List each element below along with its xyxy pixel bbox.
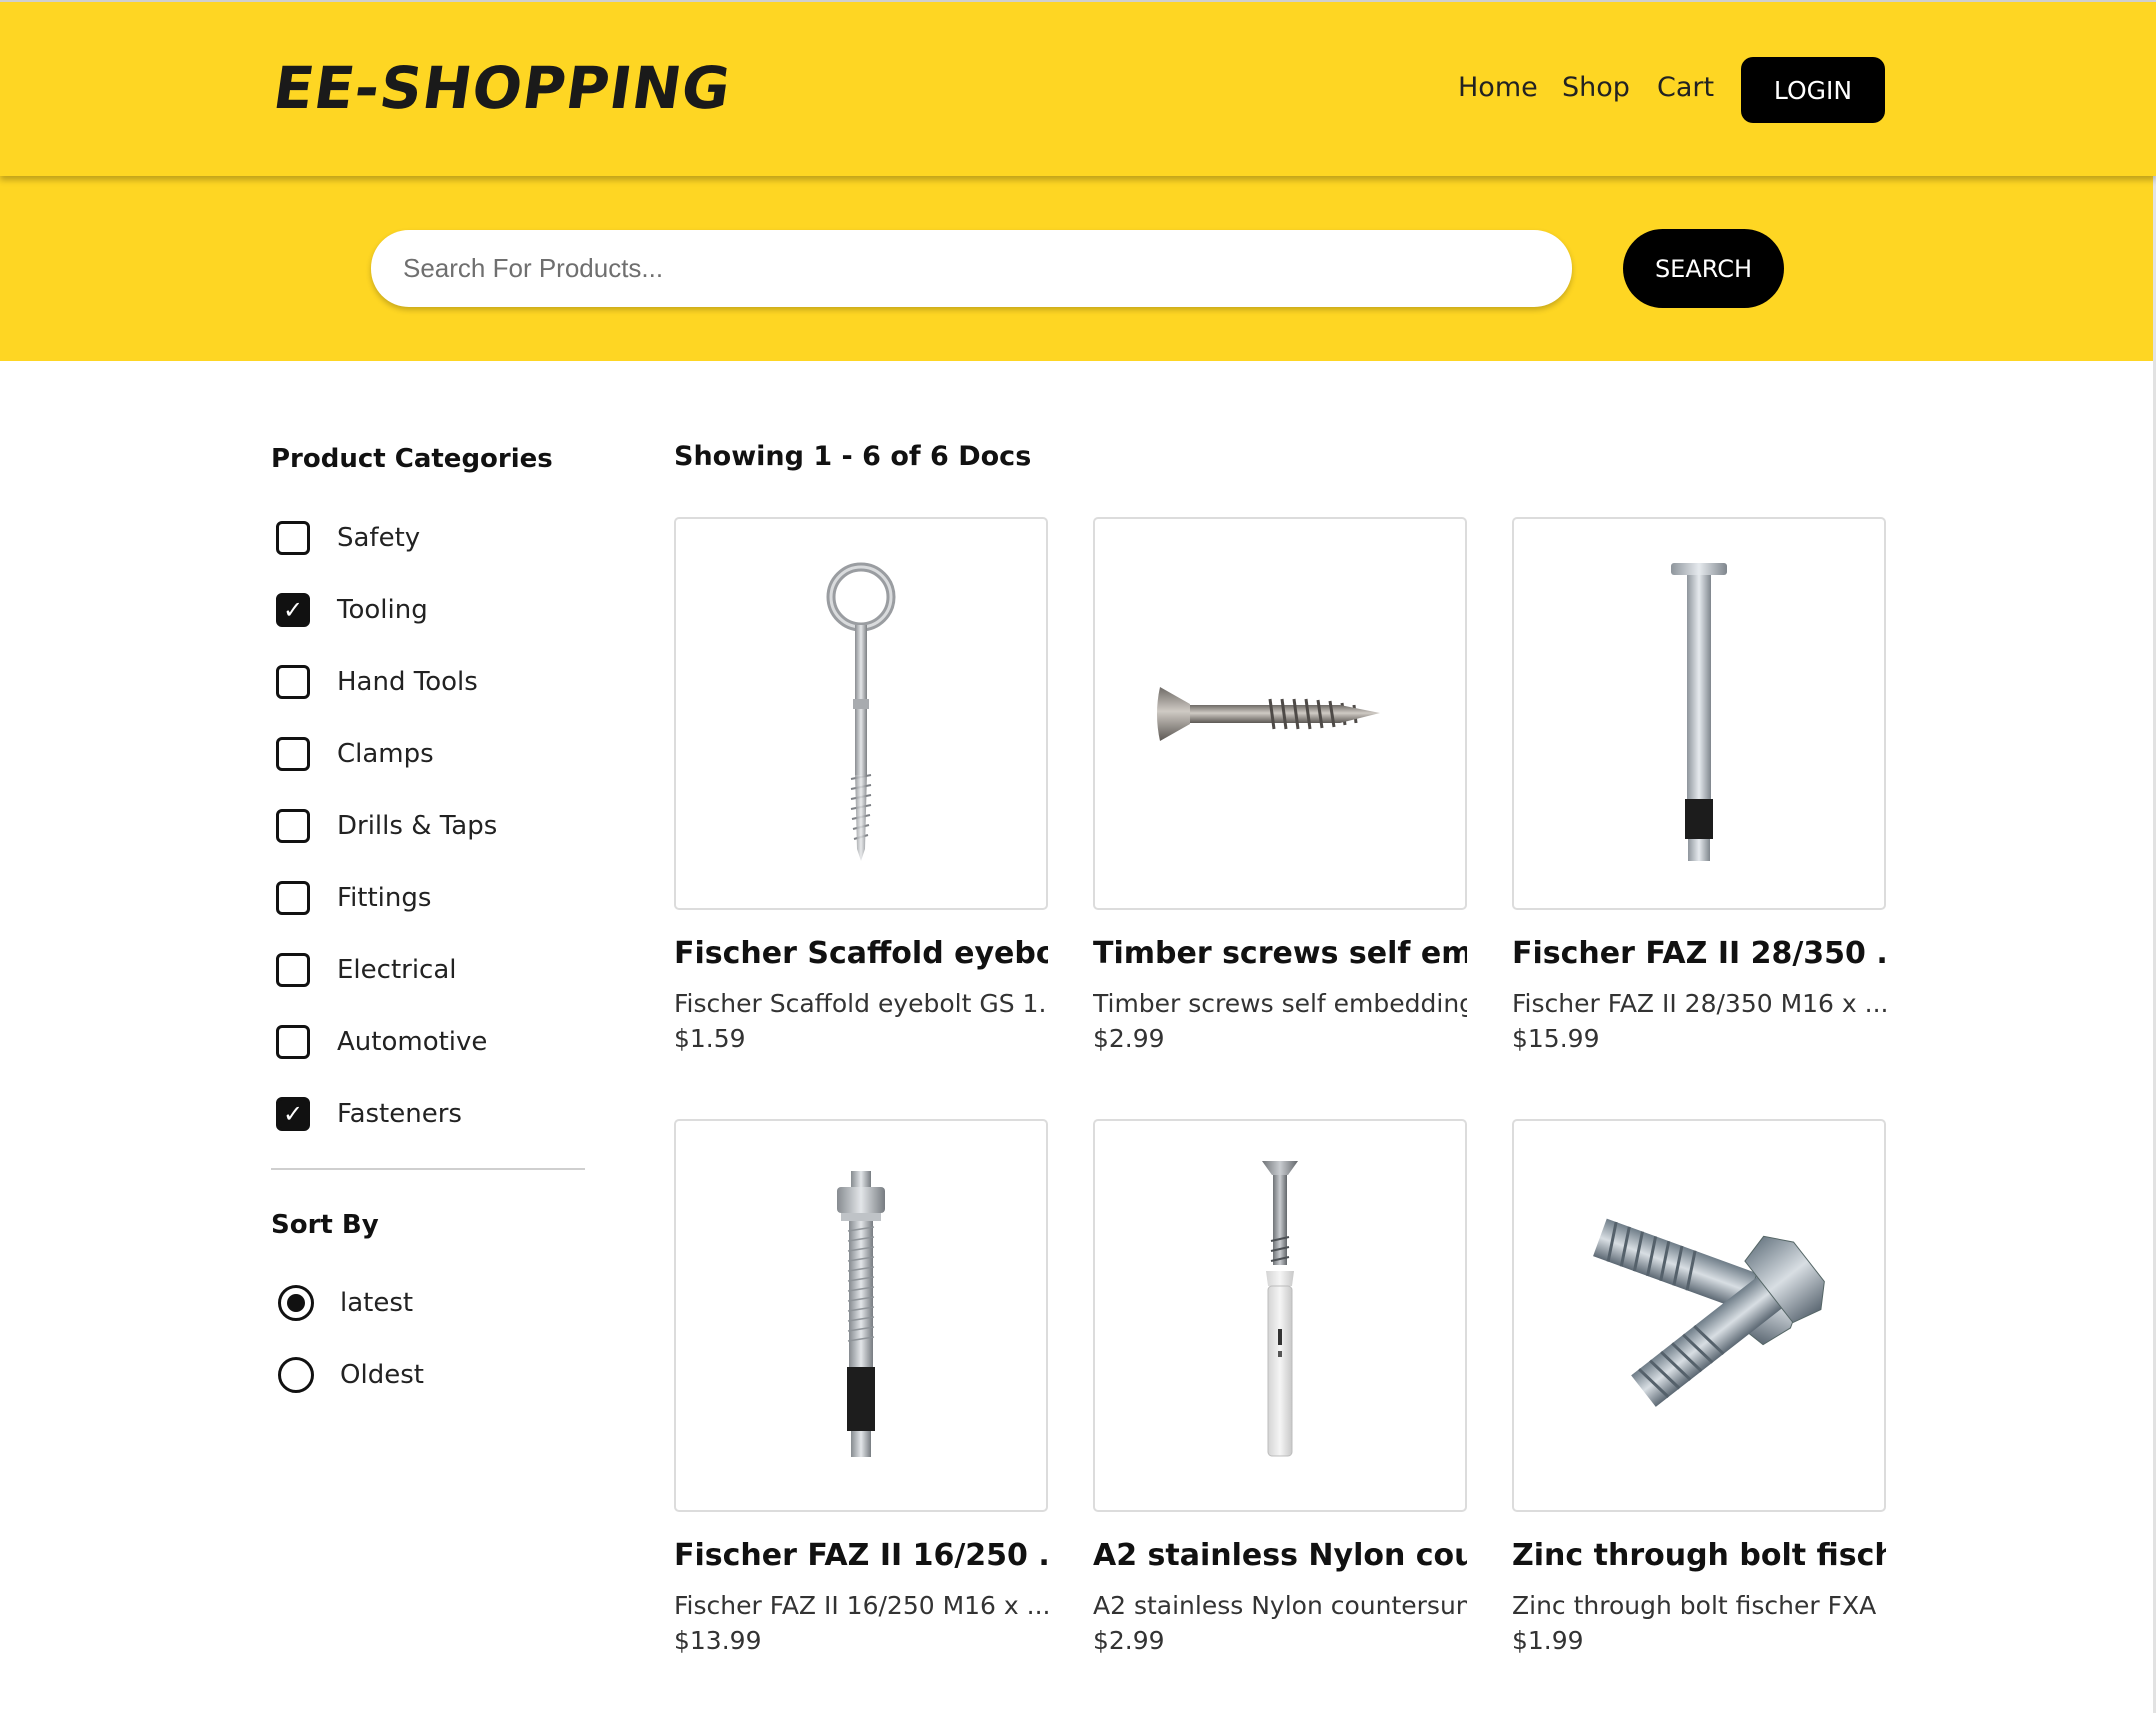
product-image[interactable]	[1093, 1119, 1467, 1512]
category-electrical[interactable]: Electrical	[276, 950, 457, 990]
sort-option-oldest[interactable]: Oldest	[278, 1355, 424, 1395]
category-tooling[interactable]: ✓ Tooling	[276, 590, 428, 630]
sort-option-latest[interactable]: latest	[278, 1283, 413, 1323]
product-title[interactable]: A2 stainless Nylon count...	[1093, 1538, 1467, 1573]
site-logo[interactable]: EE-SHOPPING	[269, 54, 735, 122]
nav-cart-link[interactable]: Cart	[1657, 72, 1714, 103]
product-title[interactable]: Fischer FAZ II 16/250 ...	[674, 1538, 1048, 1573]
product-card[interactable]: Timber screws self embe... Timber screws…	[1093, 517, 1467, 1053]
threaded-anchor-image	[837, 1170, 885, 1457]
product-title[interactable]: Zinc through bolt fischer...	[1512, 1538, 1886, 1573]
category-automotive[interactable]: Automotive	[276, 1022, 487, 1062]
product-card[interactable]: Fischer FAZ II 16/250 ... Fischer FAZ II…	[674, 1119, 1048, 1655]
product-price: $2.99	[1093, 1024, 1165, 1053]
product-card[interactable]: Fischer Scaffold eyebolt ... Fischer Sca…	[674, 517, 1048, 1053]
category-clamps[interactable]: Clamps	[276, 734, 434, 774]
login-button[interactable]: LOGIN	[1741, 57, 1885, 123]
product-image[interactable]	[1512, 517, 1886, 910]
eyebolt-image	[826, 562, 896, 861]
radio-unselected-icon[interactable]	[278, 1357, 314, 1393]
product-description: A2 stainless Nylon countersun...	[1093, 1591, 1467, 1620]
product-image[interactable]	[1093, 517, 1467, 910]
product-description: Fischer FAZ II 16/250 M16 x ...	[674, 1591, 1048, 1620]
category-hand-tools[interactable]: Hand Tools	[276, 662, 478, 702]
checkbox-checked-icon[interactable]: ✓	[276, 1097, 310, 1131]
category-label: Fasteners	[337, 1099, 462, 1129]
checkbox-unchecked-icon[interactable]	[276, 881, 310, 915]
hex-bolts-image	[1593, 1218, 1825, 1407]
nylon-plug-screw-image	[1262, 1160, 1298, 1456]
search-button[interactable]: SEARCH	[1623, 229, 1784, 308]
product-title[interactable]: Fischer Scaffold eyebolt ...	[674, 936, 1048, 971]
category-fittings[interactable]: Fittings	[276, 878, 431, 918]
category-label: Fittings	[337, 883, 432, 913]
product-card[interactable]: Zinc through bolt fischer... Zinc throug…	[1512, 1119, 1886, 1655]
checkbox-unchecked-icon[interactable]	[276, 953, 310, 987]
sort-option-label: Oldest	[340, 1360, 424, 1390]
product-price: $2.99	[1093, 1626, 1165, 1655]
product-title[interactable]: Timber screws self embe...	[1093, 936, 1467, 971]
product-price: $1.59	[674, 1024, 746, 1053]
results-summary: Showing 1 - 6 of 6 Docs	[674, 441, 1032, 472]
product-card[interactable]: Fischer FAZ II 28/350 ... Fischer FAZ II…	[1512, 517, 1886, 1053]
product-description: Fischer FAZ II 28/350 M16 x ...	[1512, 989, 1886, 1018]
category-label: Drills & Taps	[337, 811, 498, 841]
category-fasteners[interactable]: ✓ Fasteners	[276, 1094, 462, 1134]
product-price: $15.99	[1512, 1024, 1600, 1053]
product-price: $13.99	[674, 1626, 762, 1655]
product-image[interactable]	[1512, 1119, 1886, 1512]
product-description: Zinc through bolt fischer FXA ...	[1512, 1591, 1886, 1620]
category-label: Electrical	[337, 955, 457, 985]
category-drills-taps[interactable]: Drills & Taps	[276, 806, 497, 846]
category-label: Hand Tools	[337, 667, 478, 697]
site-header: EE-SHOPPING Home Shop Cart LOGIN	[0, 0, 2156, 176]
checkbox-checked-icon[interactable]: ✓	[276, 593, 310, 627]
product-image[interactable]	[674, 1119, 1048, 1512]
checkbox-unchecked-icon[interactable]	[276, 1025, 310, 1059]
nav-shop-link[interactable]: Shop	[1562, 72, 1630, 103]
product-description: Timber screws self embedding...	[1093, 989, 1467, 1018]
anchor-bolt-image	[1671, 562, 1727, 861]
product-description: Fischer Scaffold eyebolt GS 1...	[674, 989, 1048, 1018]
checkbox-unchecked-icon[interactable]	[276, 809, 310, 843]
category-label: Safety	[337, 523, 421, 553]
categories-heading: Product Categories	[271, 444, 553, 474]
category-label: Automotive	[337, 1027, 488, 1057]
product-card[interactable]: A2 stainless Nylon count... A2 stainless…	[1093, 1119, 1467, 1655]
timber-screw-image	[1157, 686, 1380, 741]
category-safety[interactable]: Safety	[276, 518, 420, 558]
checkbox-unchecked-icon[interactable]	[276, 665, 310, 699]
checkbox-unchecked-icon[interactable]	[276, 737, 310, 771]
product-title[interactable]: Fischer FAZ II 28/350 ...	[1512, 936, 1886, 971]
search-input[interactable]	[371, 230, 1572, 307]
category-label: Tooling	[337, 595, 428, 625]
radio-selected-icon[interactable]	[278, 1285, 314, 1321]
sidebar-divider	[271, 1168, 585, 1170]
sort-heading: Sort By	[271, 1210, 379, 1240]
category-label: Clamps	[337, 739, 434, 769]
sort-option-label: latest	[340, 1288, 414, 1318]
product-image[interactable]	[674, 517, 1048, 910]
product-price: $1.99	[1512, 1626, 1584, 1655]
checkbox-unchecked-icon[interactable]	[276, 521, 310, 555]
nav-home-link[interactable]: Home	[1458, 72, 1538, 103]
